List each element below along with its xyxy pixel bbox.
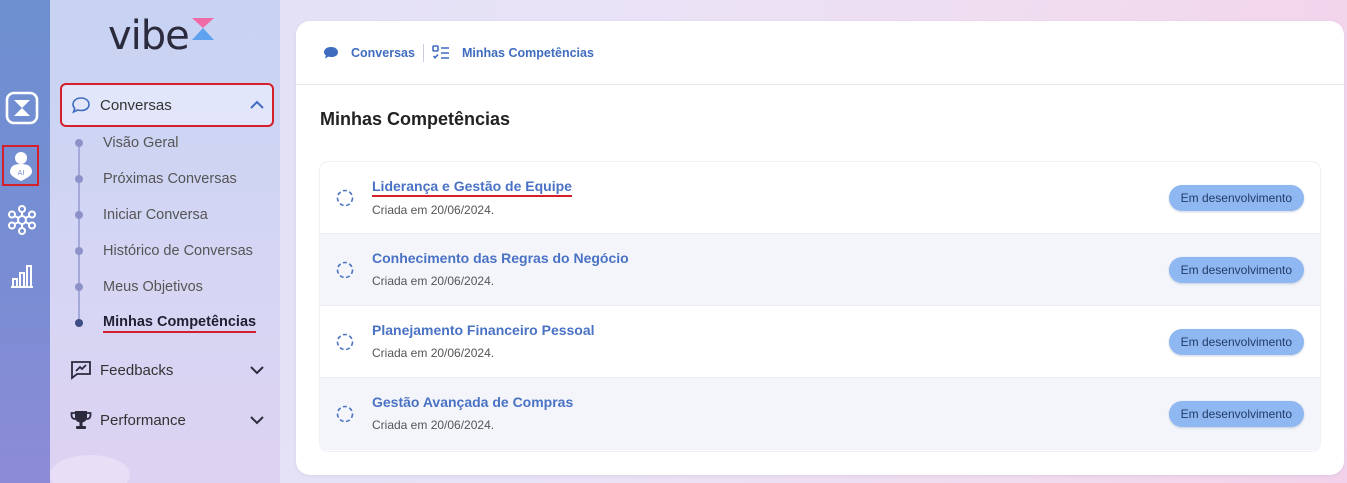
progress-circle-icon bbox=[336, 405, 354, 428]
app-rail: AI bbox=[0, 0, 50, 483]
checklist-icon bbox=[432, 44, 450, 61]
breadcrumb: Conversas Minhas Competências bbox=[296, 21, 1344, 85]
sidebar-section-conversas[interactable]: Conversas bbox=[60, 83, 274, 127]
chevron-up-icon[interactable] bbox=[250, 97, 264, 115]
sidebar-section-label: Feedbacks bbox=[100, 361, 174, 379]
sidebar-item-label: Próximas Conversas bbox=[103, 171, 237, 187]
sidebar-item-label: Meus Objetivos bbox=[103, 279, 203, 295]
bullet bbox=[75, 139, 83, 147]
breadcrumb-separator bbox=[422, 43, 424, 62]
competency-created: Criada em 20/06/2024. bbox=[372, 346, 495, 360]
chat-bubble-icon bbox=[323, 46, 339, 60]
decorative-shape bbox=[50, 455, 130, 483]
sidebar-section-label: Performance bbox=[100, 411, 186, 429]
competency-title[interactable]: Gestão Avançada de Compras bbox=[372, 394, 573, 410]
status-badge: Em desenvolvimento bbox=[1168, 329, 1304, 355]
sidebar-item-historico-de-conversas[interactable]: Histórico de Conversas bbox=[72, 233, 253, 269]
vibe-logo: vibe bbox=[108, 14, 228, 60]
bullet bbox=[75, 175, 83, 183]
ai-user-icon[interactable]: AI bbox=[2, 145, 39, 186]
main-card: Conversas Minhas Competências Minhas Com… bbox=[296, 21, 1344, 475]
sidebar-item-label: Iniciar Conversa bbox=[103, 207, 208, 223]
list-item[interactable]: Planejamento Financeiro Pessoal Criada e… bbox=[320, 306, 1320, 378]
competency-created: Criada em 20/06/2024. bbox=[372, 274, 495, 288]
sidebar-item-proximas-conversas[interactable]: Próximas Conversas bbox=[72, 161, 237, 197]
competency-list: Liderança e Gestão de Equipe Criada em 2… bbox=[320, 162, 1320, 451]
bullet bbox=[75, 211, 83, 219]
bullet bbox=[75, 283, 83, 291]
svg-text:AI: AI bbox=[17, 169, 24, 177]
bullet bbox=[75, 247, 83, 255]
competency-title[interactable]: Conhecimento das Regras do Negócio bbox=[372, 250, 629, 266]
sidebar-item-label: Histórico de Conversas bbox=[103, 243, 253, 259]
logo-mark-icon bbox=[192, 18, 214, 40]
sidebar-item-minhas-competencias[interactable]: Minhas Competências bbox=[72, 305, 257, 341]
chat-bubble-icon bbox=[70, 94, 92, 116]
status-badge: Em desenvolvimento bbox=[1168, 401, 1304, 427]
breadcrumb-conversas[interactable]: Conversas bbox=[323, 46, 415, 60]
page-title: Minhas Competências bbox=[320, 109, 511, 129]
bullet-active bbox=[75, 319, 83, 327]
sidebar: vibe Conversas Visão Geral Próximas Conv… bbox=[50, 0, 280, 483]
chevron-down-icon[interactable] bbox=[250, 412, 264, 430]
competency-title[interactable]: Planejamento Financeiro Pessoal bbox=[372, 322, 595, 338]
sidebar-item-label: Minhas Competências bbox=[103, 314, 257, 333]
list-item[interactable]: Liderança e Gestão de Equipe Criada em 2… bbox=[320, 162, 1320, 234]
list-item[interactable]: Gestão Avançada de Compras Criada em 20/… bbox=[320, 378, 1320, 450]
competency-created: Criada em 20/06/2024. bbox=[372, 203, 495, 217]
sidebar-section-label: Conversas bbox=[100, 96, 172, 114]
competency-title[interactable]: Liderança e Gestão de Equipe bbox=[372, 178, 572, 197]
hourglass-icon[interactable] bbox=[5, 91, 39, 125]
status-badge: Em desenvolvimento bbox=[1168, 185, 1304, 211]
status-badge: Em desenvolvimento bbox=[1168, 257, 1304, 283]
sidebar-item-iniciar-conversa[interactable]: Iniciar Conversa bbox=[72, 197, 208, 233]
sidebar-item-meus-objetivos[interactable]: Meus Objetivos bbox=[72, 269, 203, 305]
sidebar-item-label: Visão Geral bbox=[103, 135, 179, 151]
progress-circle-icon bbox=[336, 261, 354, 284]
bar-chart-icon[interactable] bbox=[5, 259, 39, 293]
progress-circle-icon bbox=[336, 333, 354, 356]
sidebar-section-performance[interactable]: Performance bbox=[62, 400, 272, 440]
trophy-icon bbox=[70, 409, 92, 431]
competency-created: Criada em 20/06/2024. bbox=[372, 418, 495, 432]
logo-text: vibe bbox=[108, 13, 190, 59]
feedback-icon bbox=[70, 359, 92, 381]
breadcrumb-minhas-competencias[interactable]: Minhas Competências bbox=[432, 44, 594, 61]
sidebar-section-feedbacks[interactable]: Feedbacks bbox=[62, 350, 272, 390]
network-icon[interactable] bbox=[5, 203, 39, 237]
chevron-down-icon[interactable] bbox=[250, 362, 264, 380]
list-item[interactable]: Conhecimento das Regras do Negócio Criad… bbox=[320, 234, 1320, 306]
sidebar-item-visao-geral[interactable]: Visão Geral bbox=[72, 125, 179, 161]
breadcrumb-label: Conversas bbox=[351, 45, 415, 60]
breadcrumb-label: Minhas Competências bbox=[461, 45, 594, 60]
progress-circle-icon bbox=[336, 189, 354, 212]
